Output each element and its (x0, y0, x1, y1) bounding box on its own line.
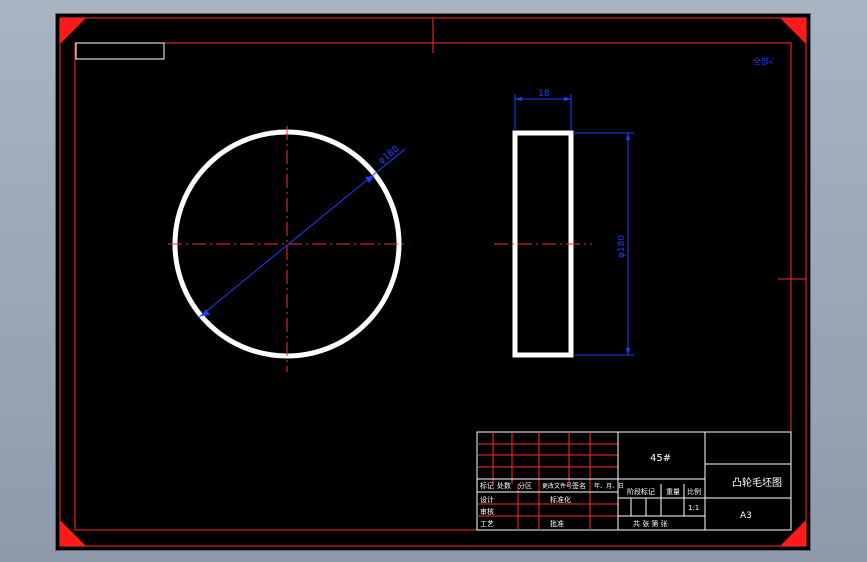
outer-border (59, 17, 807, 547)
dimension-arrow-lower (201, 309, 210, 316)
drawing-canvas: 全部√ φ180 18 φ180 标记 处数 分区 更改文件号 签名 年、月、日… (59, 17, 807, 547)
width-dimension-label: 18 (538, 89, 550, 99)
label-count: 处数 (497, 481, 511, 490)
revision-grid (477, 432, 618, 530)
surface-finish-note: 全部√ (753, 56, 775, 66)
side-view: 18 φ180 (494, 89, 634, 358)
label-ratio: 比例 (687, 487, 701, 496)
material-value: 45# (650, 453, 671, 464)
part-name: 凸轮毛坯图 (732, 476, 782, 489)
dimension-arrow-upper (365, 176, 374, 183)
scale-value: 1:1 (688, 504, 699, 512)
label-signature: 签名 (572, 481, 586, 490)
label-mark: 标记 (480, 481, 494, 490)
label-change-doc: 更改文件号 (542, 482, 572, 490)
height-arrow-bottom (626, 348, 630, 355)
sheet-size: A3 (740, 511, 752, 521)
label-design: 设计 (480, 495, 494, 504)
label-weight: 重量 (666, 488, 680, 496)
label-standardization: 标准化 (550, 495, 571, 504)
label-approve: 批准 (550, 519, 564, 528)
stage-mark-cells (630, 498, 647, 516)
width-arrow-right (564, 97, 571, 101)
corner-mark-bottom-right (780, 520, 806, 546)
drawing-code-box (75, 42, 165, 60)
label-sheets: 共 张 第 张 (633, 519, 668, 528)
corner-mark-top-left (60, 18, 86, 44)
label-zone: 分区 (518, 481, 532, 490)
front-view: φ180 (168, 126, 408, 372)
height-arrow-top (626, 133, 630, 140)
width-arrow-left (515, 97, 522, 101)
diameter-dimension-line (197, 148, 406, 319)
label-stage-mark: 阶段标记 (627, 487, 655, 496)
label-process: 工艺 (480, 520, 494, 528)
corner-mark-bottom-left (60, 520, 86, 546)
height-dimension-label: φ180 (617, 235, 627, 258)
label-review: 审核 (480, 507, 494, 516)
drawing-sheet: 全部√ φ180 18 φ180 标记 处数 分区 更改文件号 签名 年、月、日… (56, 14, 810, 550)
corner-mark-top-right (780, 18, 806, 44)
label-date: 年、月、日 (594, 482, 624, 490)
